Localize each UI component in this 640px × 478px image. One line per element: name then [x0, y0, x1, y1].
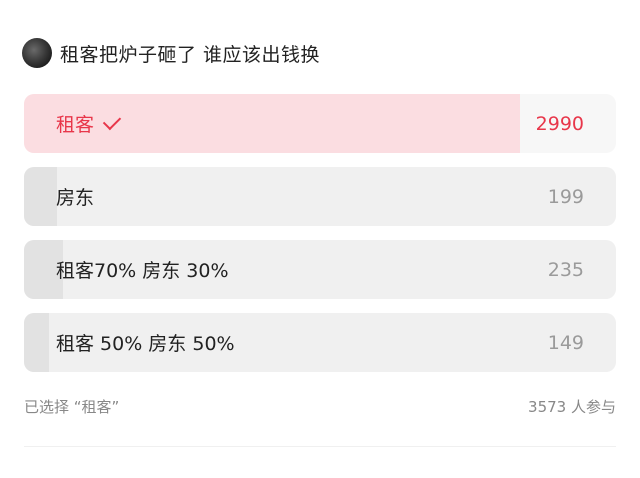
poll-footer: 已选择 “租客” 3573 人参与	[24, 396, 616, 417]
option-vote-count: 199	[547, 185, 584, 208]
option-vote-count: 235	[547, 258, 584, 281]
selected-choice-text: 已选择 “租客”	[24, 398, 120, 416]
option-vote-count: 149	[547, 331, 584, 354]
avatar[interactable]	[22, 38, 52, 68]
option-label: 租客	[56, 114, 95, 136]
divider	[24, 446, 616, 447]
option-label: 租客70% 房东 30%	[56, 260, 229, 282]
option-bar-fill	[24, 313, 49, 372]
poll-question: 租客把炉子砸了 谁应该出钱换	[22, 34, 320, 72]
poll-question-text: 租客把炉子砸了 谁应该出钱换	[60, 43, 321, 66]
participant-count: 3573 人参与	[528, 398, 616, 416]
option-vote-count: 2990	[535, 112, 584, 135]
option-bar-fill	[24, 167, 58, 226]
poll-option-split-50-50[interactable]: 租客 50% 房东 50% 149	[24, 313, 616, 372]
option-label: 房东	[56, 187, 95, 209]
check-icon	[102, 111, 122, 130]
poll-option-tenant[interactable]: 租客 2990	[24, 94, 616, 153]
poll-option-landlord[interactable]: 房东 199	[24, 167, 616, 226]
poll-option-split-70-30[interactable]: 租客70% 房东 30% 235	[24, 240, 616, 299]
option-label: 租客 50% 房东 50%	[56, 333, 235, 355]
